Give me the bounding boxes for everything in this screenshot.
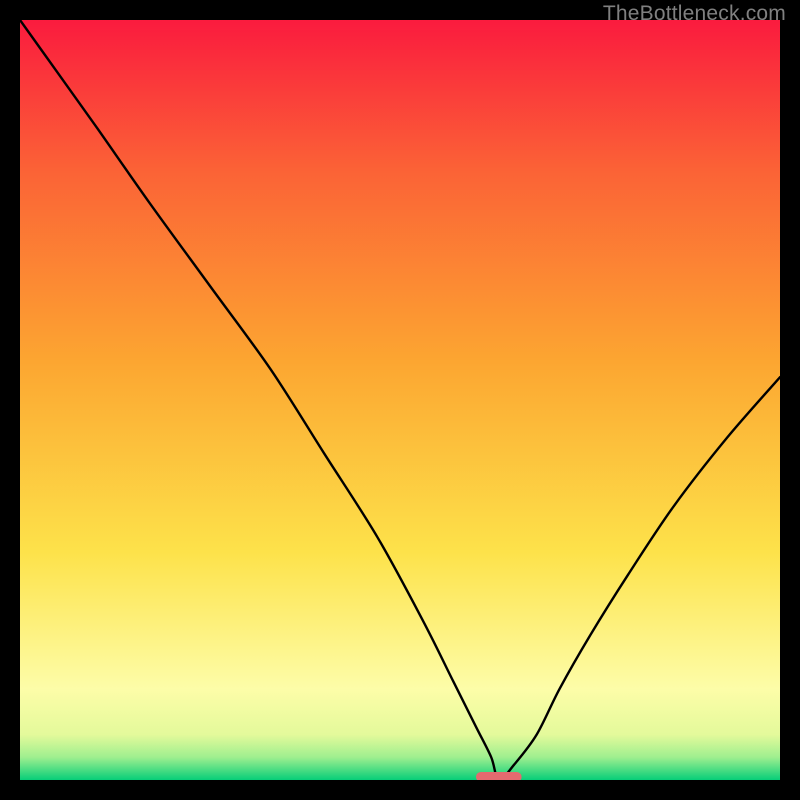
bottleneck-plot — [20, 20, 780, 780]
plateau-marker — [476, 772, 522, 780]
watermark-label: TheBottleneck.com — [603, 2, 786, 26]
chart-stage: TheBottleneck.com — [0, 0, 800, 800]
plot-background — [20, 20, 780, 780]
